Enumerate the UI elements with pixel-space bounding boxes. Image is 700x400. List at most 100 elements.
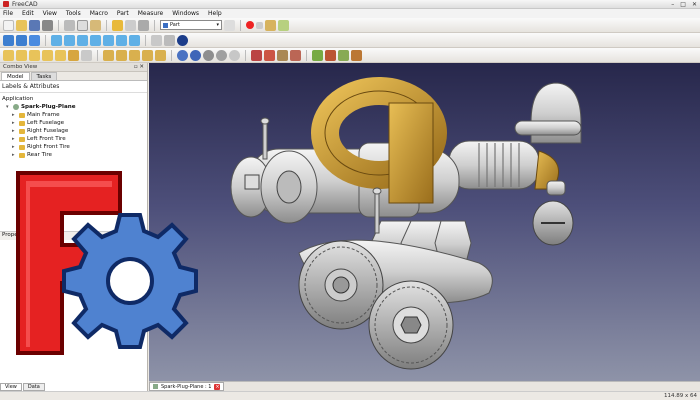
loft-icon[interactable] [251,49,262,61]
tab-tasks[interactable]: Tasks [30,72,58,80]
print-icon[interactable] [42,19,53,31]
menu-edit[interactable]: Edit [22,10,34,17]
part-chamfer-icon[interactable] [155,49,166,61]
menu-view[interactable]: View [43,10,57,17]
chevron-right-icon[interactable]: ▸ [12,136,17,142]
tree-application: Application [2,96,34,102]
part-sphere-icon[interactable] [29,49,40,61]
measure-linear-icon[interactable] [338,49,349,61]
offset-icon[interactable] [277,49,288,61]
tree-root-document[interactable]: ▾ Spark-Plug-Plane [2,103,145,111]
menu-file[interactable]: File [3,10,13,17]
tab-model[interactable]: Model [1,72,30,80]
open-folder-icon[interactable] [16,19,27,31]
cut-icon[interactable] [64,19,75,31]
undo-icon[interactable] [112,19,123,31]
freecad-logo [16,171,198,355]
property-tabs: View Data [0,383,45,391]
chevron-down-icon: ▾ [216,22,219,28]
maximize-icon[interactable]: □ [680,1,686,8]
defeaturing-icon[interactable] [325,49,336,61]
menu-help[interactable]: Help [208,10,222,17]
run-macro-icon[interactable] [278,19,289,31]
save-icon[interactable] [29,19,40,31]
cut-shape-icon[interactable] [190,49,201,61]
tree-item[interactable]: ▸ Rear Tire [2,151,145,159]
copy-icon[interactable] [77,19,88,31]
view-isometric-icon[interactable] [51,34,62,46]
workbench-select[interactable]: Part ▾ [160,20,222,30]
combo-tabs: Model Tasks [0,72,147,81]
menu-measure[interactable]: Measure [138,10,164,17]
record-macro-icon[interactable] [246,21,254,29]
logo-gear-icon [62,213,198,349]
part-cone-icon[interactable] [42,49,53,61]
document-tab[interactable]: Spark-Plug-Plane : 1 × [149,382,225,391]
thickness-icon[interactable] [290,49,301,61]
view-right-icon[interactable] [90,34,101,46]
chevron-right-icon[interactable]: ▸ [12,152,17,158]
fit-selection-icon[interactable] [16,34,27,46]
tree-item[interactable]: ▸ Left Front Tire [2,135,145,143]
document-tab-bar: Spark-Plug-Plane : 1 × [149,381,700,391]
part-revolve-icon[interactable] [116,49,127,61]
measure-angle-icon[interactable] [164,34,175,46]
fit-all-icon[interactable] [3,34,14,46]
part-cylinder-icon[interactable] [16,49,27,61]
part-torus-icon[interactable] [55,49,66,61]
view-front-icon[interactable] [64,34,75,46]
check-geometry-icon[interactable] [312,49,323,61]
close-icon[interactable]: ✕ [692,1,697,8]
window-title: FreeCAD [12,0,38,8]
measure-refresh-icon[interactable] [351,49,362,61]
paste-icon[interactable] [90,19,101,31]
view-toolbar [0,33,700,48]
rear-tire [532,200,574,246]
part-mirror-icon[interactable] [129,49,140,61]
sweep-icon[interactable] [264,49,275,61]
chevron-right-icon[interactable]: ▸ [12,144,17,150]
expand-icon[interactable]: ▾ [6,104,11,110]
boolean-icon[interactable] [177,49,188,61]
common-icon[interactable] [216,49,227,61]
folder-icon [19,136,25,142]
panel-float-close-icon[interactable]: ▫ ✕ [134,64,144,70]
refresh-icon[interactable] [138,19,149,31]
section-icon[interactable] [229,49,240,61]
tab-view[interactable]: View [0,383,22,391]
menu-macro[interactable]: Macro [90,10,108,17]
measure-distance-icon[interactable] [151,34,162,46]
tab-data[interactable]: Data [22,383,45,391]
chevron-right-icon[interactable]: ▸ [12,128,17,134]
std-sphere-icon[interactable] [177,34,188,46]
3d-viewport[interactable] [149,63,700,381]
minimize-icon[interactable]: – [671,1,674,8]
tree-item[interactable]: ▸ Right Front Tire [2,143,145,151]
stop-macro-icon[interactable] [256,21,263,29]
view-left-icon[interactable] [129,34,140,46]
new-file-icon[interactable] [3,19,14,31]
chevron-right-icon[interactable]: ▸ [12,120,17,126]
part-fillet-icon[interactable] [142,49,153,61]
tree-item[interactable]: ▸ Main Frame [2,111,145,119]
menu-windows[interactable]: Windows [172,10,199,17]
view-bottom-icon[interactable] [116,34,127,46]
tree-item[interactable]: ▸ Left Fuselage [2,119,145,127]
part-shape-builder-icon[interactable] [81,49,92,61]
whats-this-icon[interactable] [224,19,235,31]
tree-item[interactable]: ▸ Right Fuselage [2,127,145,135]
redo-icon[interactable] [125,19,136,31]
chevron-right-icon[interactable]: ▸ [12,112,17,118]
document-icon [13,104,19,110]
close-icon[interactable]: × [214,383,221,390]
part-extrude-icon[interactable] [103,49,114,61]
view-rear-icon[interactable] [103,34,114,46]
view-top-icon[interactable] [77,34,88,46]
part-box-icon[interactable] [3,49,14,61]
edit-macro-icon[interactable] [265,19,276,31]
draw-style-icon[interactable] [29,34,40,46]
part-primitives-icon[interactable] [68,49,79,61]
menu-tools[interactable]: Tools [66,10,81,17]
menu-part[interactable]: Part [117,10,129,17]
fuse-icon[interactable] [203,49,214,61]
